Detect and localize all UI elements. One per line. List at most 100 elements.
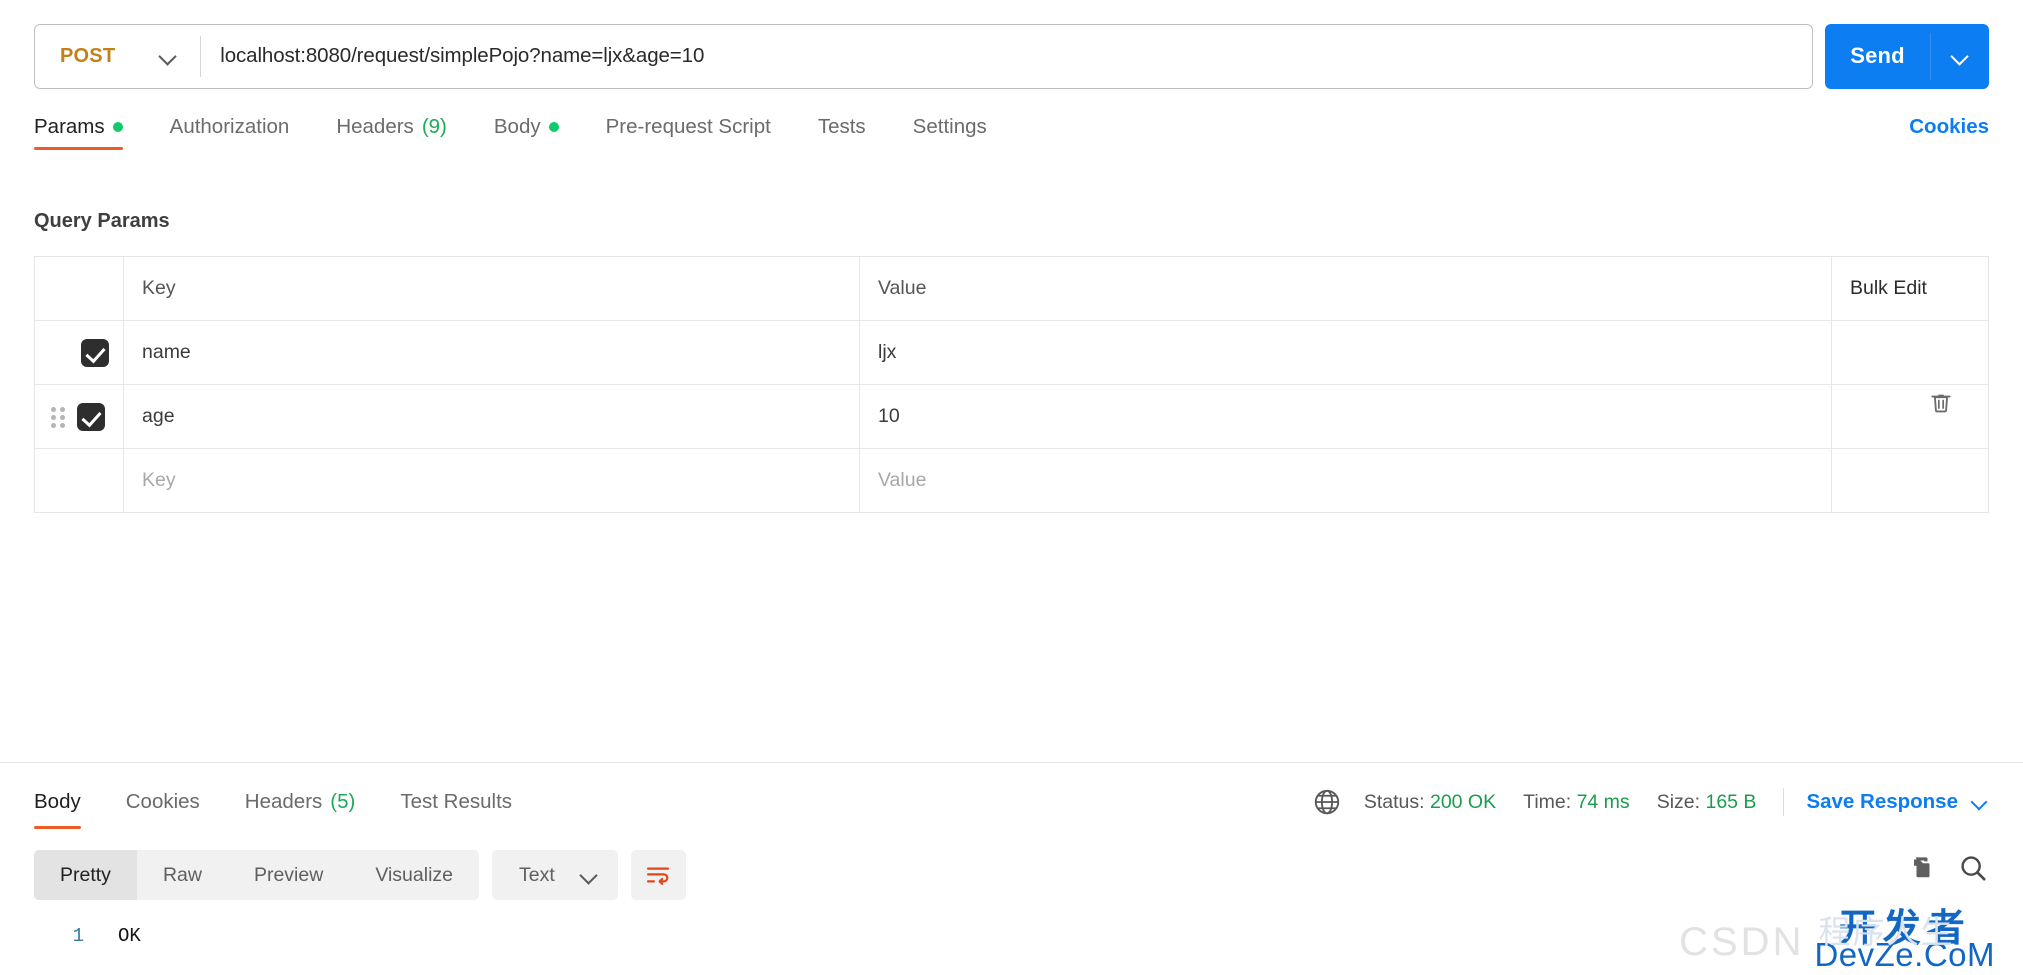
response-tab-cookies[interactable]: Cookies — [126, 790, 200, 814]
globe-icon[interactable] — [1312, 787, 1342, 817]
size-value: 165 B — [1705, 790, 1757, 813]
tab-label: Test Results — [400, 790, 513, 813]
tab-label: Pre-request Script — [605, 115, 771, 138]
watermark: CSDN 程序人生 开发者 DevZe.CoM — [1679, 910, 1995, 971]
tab-label: Authorization — [169, 115, 290, 138]
param-key-input[interactable]: age — [124, 385, 860, 448]
chevron-down-icon — [1971, 793, 1989, 811]
tab-count: (9) — [421, 115, 447, 138]
meta-divider — [1783, 788, 1785, 816]
new-param-value-input[interactable]: Value — [860, 449, 1832, 512]
header-cell-checkbox — [35, 257, 124, 320]
tab-label: Headers — [244, 790, 323, 813]
row-checkbox-cell — [35, 385, 124, 448]
tab-label: Body — [34, 790, 81, 813]
response-tab-headers[interactable]: Headers (5) — [245, 790, 356, 814]
new-param-key-input[interactable]: Key — [124, 449, 860, 512]
param-value-input[interactable]: ljx — [860, 321, 1832, 384]
tab-authorization[interactable]: Authorization — [170, 112, 290, 139]
chevron-down-icon — [159, 47, 177, 65]
response-body-viewer[interactable]: 1 OK — [34, 925, 141, 947]
tab-count: (5) — [330, 790, 356, 813]
tab-label: Headers — [336, 115, 414, 138]
bulk-edit-button[interactable]: Bulk Edit — [1832, 257, 1988, 320]
trash-icon — [1931, 394, 1951, 413]
search-icon — [1961, 856, 1986, 881]
tab-pre-request-script[interactable]: Pre-request Script — [606, 112, 771, 139]
tab-label: Params — [34, 115, 105, 138]
tab-label: Cookies — [125, 790, 200, 813]
tab-tests[interactable]: Tests — [818, 112, 866, 139]
wrap-lines-icon — [647, 867, 670, 885]
response-format-selector[interactable]: Text — [492, 850, 618, 900]
tab-headers[interactable]: Headers (9) — [336, 112, 447, 139]
send-button[interactable]: Send — [1825, 24, 1930, 89]
row-checkbox-cell — [35, 449, 124, 512]
response-tab-bar: Body Cookies Headers (5) Test Results St… — [0, 763, 2023, 841]
drag-handle-icon[interactable] — [51, 406, 67, 428]
table-header-row: Key Value Bulk Edit — [35, 257, 1988, 321]
watermark-csdn: CSDN — [1679, 920, 1805, 964]
cookies-link[interactable]: Cookies — [1909, 112, 1989, 139]
tab-label: Body — [493, 115, 541, 138]
copy-button[interactable] — [1905, 853, 1935, 883]
row-action-cell — [1832, 385, 1988, 448]
wrap-lines-button[interactable] — [630, 850, 686, 900]
view-visualize-button[interactable]: Visualize — [349, 850, 479, 900]
watermark-brand: 程序人生 开发者 DevZe.CoM — [1814, 910, 1995, 971]
time-label: Time: — [1523, 790, 1572, 813]
tab-label: Settings — [912, 115, 987, 138]
url-bar-row: POST localhost:8080/request/simplePojo?n… — [0, 0, 2023, 112]
time-value: 74 ms — [1576, 790, 1630, 813]
response-format-label: Text — [519, 863, 555, 886]
view-raw-button[interactable]: Raw — [137, 850, 228, 900]
send-options-button[interactable] — [1931, 24, 1989, 89]
response-tab-body[interactable]: Body — [34, 790, 81, 829]
http-method-selector[interactable]: POST — [35, 25, 200, 88]
tab-body[interactable]: Body — [494, 112, 559, 139]
row-action-cell — [1832, 449, 1988, 512]
copy-icon — [1914, 857, 1930, 878]
save-response-button[interactable]: Save Response — [1806, 790, 1989, 814]
table-row-empty: Key Value — [35, 449, 1988, 513]
param-enabled-checkbox[interactable] — [77, 402, 105, 431]
request-tab-bar: Params Authorization Headers (9) Body Pr… — [0, 112, 2023, 164]
query-params-title: Query Params — [34, 210, 170, 232]
save-response-label: Save Response — [1806, 790, 1958, 813]
param-enabled-checkbox[interactable] — [81, 338, 109, 367]
time-metric: Time: 74 ms — [1523, 791, 1630, 814]
tab-label: Tests — [817, 115, 866, 138]
size-label: Size: — [1656, 790, 1701, 813]
response-view-segmented-control: Pretty Raw Preview Visualize — [34, 850, 479, 900]
line-number: 1 — [72, 925, 84, 947]
size-metric: Size: 165 B — [1657, 791, 1757, 814]
status-metric: Status: 200 OK — [1364, 791, 1496, 814]
header-cell-value: Value — [860, 257, 1832, 320]
url-input-group: POST localhost:8080/request/simplePojo?n… — [34, 23, 1813, 89]
response-action-icons — [1905, 852, 1989, 884]
response-body-text: OK — [118, 925, 141, 947]
url-input[interactable]: localhost:8080/request/simplePojo?name=l… — [201, 25, 1812, 88]
table-row: name ljx — [35, 321, 1988, 385]
chevron-down-icon — [580, 866, 598, 884]
modified-dot-icon — [548, 122, 559, 132]
view-pretty-button[interactable]: Pretty — [34, 850, 137, 900]
tab-settings[interactable]: Settings — [913, 112, 987, 139]
response-view-toolbar: Pretty Raw Preview Visualize Text — [34, 850, 686, 900]
postman-request-response-view: POST localhost:8080/request/simplePojo?n… — [0, 0, 2023, 975]
row-action-cell — [1832, 321, 1988, 384]
watermark-ghost-text: 程序人生 — [1818, 914, 1955, 950]
search-button[interactable] — [1957, 852, 1989, 884]
param-key-input[interactable]: name — [124, 321, 860, 384]
globe-glyph — [1314, 789, 1340, 815]
modified-dot-icon — [112, 122, 123, 132]
query-params-table: Key Value Bulk Edit name ljx age 10 Key … — [34, 256, 1989, 513]
tab-params[interactable]: Params — [34, 112, 123, 150]
table-row: age 10 — [35, 385, 1988, 449]
response-meta-bar: Status: 200 OK Time: 74 ms Size: 165 B S… — [1312, 787, 1989, 817]
delete-param-button[interactable] — [1924, 385, 1958, 419]
param-value-input[interactable]: 10 — [860, 385, 1832, 448]
view-preview-button[interactable]: Preview — [228, 850, 349, 900]
response-tab-test-results[interactable]: Test Results — [400, 790, 512, 814]
status-label: Status: — [1363, 790, 1425, 813]
